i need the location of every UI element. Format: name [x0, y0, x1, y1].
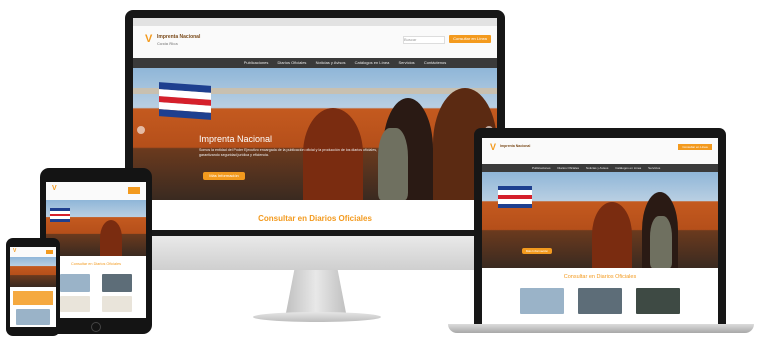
- main-nav: Publicaciones Diarios Oficiales Noticias…: [133, 58, 497, 68]
- laptop-screen: V Imprenta Nacional Consultar en Línea P…: [482, 138, 718, 324]
- nav-item[interactable]: Contáctenos: [424, 58, 446, 68]
- hero-more-button[interactable]: Más Información: [203, 172, 245, 180]
- nav-item[interactable]: Noticias y Avisos: [316, 58, 346, 68]
- section-title: Consultar en Diarios Oficiales: [70, 262, 121, 266]
- carousel-dots[interactable]: [305, 192, 330, 200]
- site-logo-name: Imprenta Nacional: [157, 34, 201, 40]
- monitor-stand-neck: [285, 270, 347, 318]
- desktop-screen: V Imprenta Nacional Costa Rica Buscar Co…: [133, 18, 497, 230]
- nav-item[interactable]: Servicios: [648, 164, 660, 172]
- menu-icon[interactable]: [128, 187, 140, 194]
- menu-icon[interactable]: [46, 250, 53, 254]
- service-thumbnail[interactable]: [102, 274, 132, 292]
- costa-rica-flag: [159, 82, 211, 120]
- laptop-base: [448, 324, 754, 333]
- site-logo-name: Imprenta Nacional: [500, 144, 531, 148]
- tablet-screen: V Consultar en Diarios Oficiales: [46, 182, 146, 318]
- service-thumbnail[interactable]: [578, 288, 622, 314]
- site-header: V Imprenta Nacional Consultar en Línea: [482, 138, 718, 164]
- logo-icon: V: [52, 185, 57, 192]
- service-thumbnail[interactable]: [520, 288, 564, 314]
- service-thumbnail[interactable]: [60, 274, 90, 292]
- section-title: Consultar en Diarios Oficiales: [563, 274, 637, 280]
- service-thumbnail[interactable]: [60, 296, 90, 312]
- nav-item[interactable]: Noticias y Avisos: [586, 164, 608, 172]
- stone-statue: [378, 128, 408, 200]
- nav-item[interactable]: Publicaciones: [532, 164, 551, 172]
- nav-item[interactable]: Diarios Oficiales: [557, 164, 579, 172]
- monitor-stand-base: [253, 312, 381, 322]
- service-thumbnail[interactable]: [16, 309, 50, 325]
- site-header: V: [46, 182, 146, 200]
- carousel-prev-icon[interactable]: [137, 126, 145, 134]
- logo-icon: V: [490, 142, 497, 152]
- nav-item[interactable]: Catálogos en Línea: [355, 58, 390, 68]
- nav-item[interactable]: Diarios Oficiales: [278, 58, 307, 68]
- building-arch: [592, 202, 632, 268]
- building-arch: [100, 220, 122, 256]
- hero-banner: Más Información: [482, 172, 718, 268]
- logo-icon: V: [13, 248, 17, 254]
- hero-description: Somos la entidad del Poder Ejecutivo enc…: [199, 148, 377, 157]
- service-thumbnail[interactable]: [636, 288, 680, 314]
- section-title: Consultar en Diarios Oficiales: [258, 214, 372, 223]
- browser-chrome: [133, 18, 497, 26]
- stone-statue: [650, 216, 672, 268]
- hero-banner: Imprenta Nacional Somos la entidad del P…: [133, 68, 497, 200]
- service-thumbnail[interactable]: [102, 296, 132, 312]
- content-block: [13, 291, 53, 305]
- hero-banner: [10, 257, 56, 287]
- phone: V: [6, 238, 60, 336]
- consult-online-button[interactable]: Consultar en Línea: [678, 144, 712, 150]
- nav-item[interactable]: Servicios: [398, 58, 414, 68]
- main-nav: Publicaciones Diarios Oficiales Noticias…: [482, 164, 718, 172]
- site-header: V Imprenta Nacional Costa Rica Buscar Co…: [133, 26, 497, 58]
- search-input[interactable]: Buscar: [403, 36, 445, 44]
- costa-rica-flag: [50, 208, 70, 222]
- phone-screen: V: [10, 247, 56, 327]
- logo-icon: V: [145, 33, 153, 45]
- hero-banner: [46, 200, 146, 256]
- laptop: V Imprenta Nacional Consultar en Línea P…: [448, 128, 754, 336]
- hero-more-button[interactable]: Más Información: [522, 248, 552, 254]
- nav-item[interactable]: Publicaciones: [244, 58, 269, 68]
- tablet-home-button[interactable]: [91, 322, 101, 332]
- nav-item[interactable]: Catálogos en Línea: [615, 164, 641, 172]
- consult-online-button[interactable]: Consultar en Línea: [449, 35, 491, 43]
- costa-rica-flag: [498, 186, 532, 208]
- hero-title: Imprenta Nacional: [199, 134, 273, 144]
- site-header: V: [10, 247, 56, 257]
- site-logo-sub: Costa Rica: [157, 41, 178, 46]
